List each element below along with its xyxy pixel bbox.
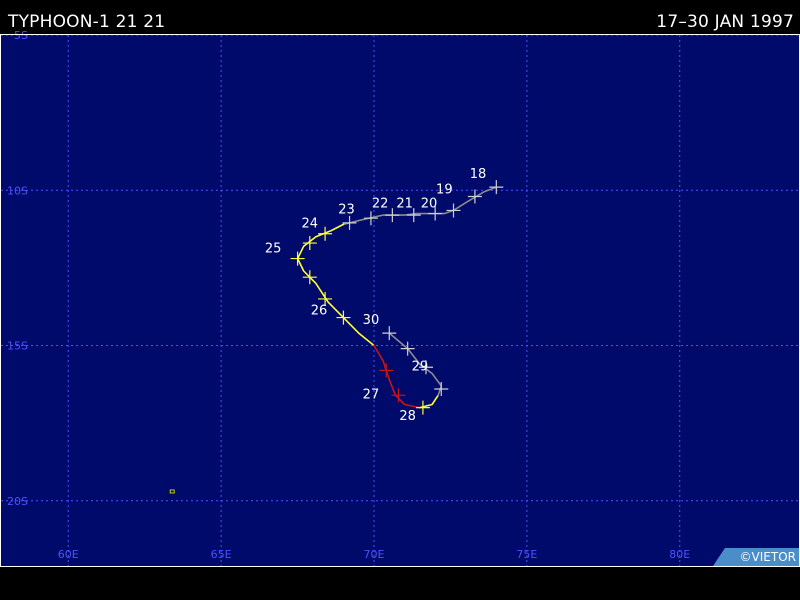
day-label: 27 [363,387,380,402]
latitude-label: 15S [7,340,28,353]
day-label: 21 [396,196,413,211]
latitude-label: 20S [7,495,28,508]
track-map: 60E 65E 70E 75E 80E5S10S15S20S18192021222324… [0,29,800,567]
day-label: 20 [421,196,438,211]
longitude-label: 60E [58,548,79,561]
day-label: 23 [338,203,355,218]
latitude-label: 10S [7,184,28,197]
storm-title: TYPHOON-1 21 21 [8,12,166,32]
longitude-label: 80E [669,548,690,561]
longitude-label: 75E [516,548,537,561]
day-label: 30 [363,313,380,328]
day-label: 28 [399,409,416,424]
day-label: 24 [302,217,319,232]
day-label: 25 [265,241,282,256]
longitude-label: 70E [364,548,385,561]
day-label: 18 [470,167,487,182]
credit-text: ©VIETOR [739,550,796,564]
track-map-frame: 60E 65E 70E 75E 80E 5S 10S 15S 20S 18 19 20 21 22 23 24… [0,0,800,600]
longitude-label: 65E [211,548,232,561]
day-label: 22 [372,196,389,211]
day-label: 29 [412,359,429,374]
date-range: 17–30 JAN 1997 [656,12,794,32]
day-label: 26 [311,303,328,318]
day-label: 19 [436,182,453,197]
